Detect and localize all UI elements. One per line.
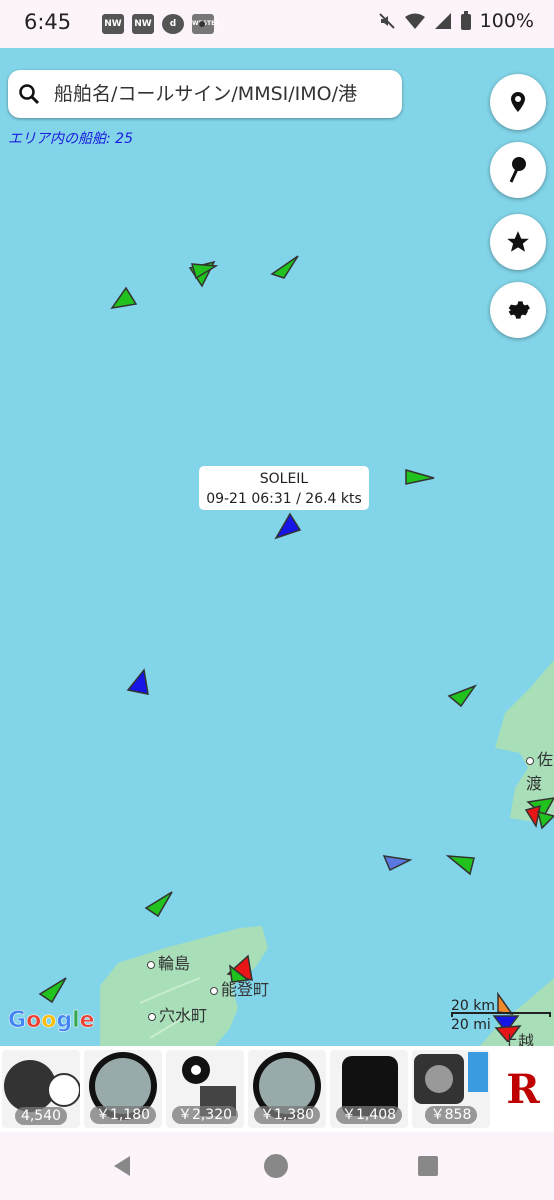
ad-price: ￥1,408: [335, 1106, 403, 1124]
scale-mi: 20 mi: [451, 1017, 491, 1033]
ad-banner[interactable]: 4,540 ￥1,180 ￥2,320 ￥1,380 ￥1,408 ￥858 R: [0, 1046, 554, 1132]
ship-marker[interactable]: [144, 890, 174, 918]
ship-tooltip[interactable]: SOLEIL 09-21 06:31 / 26.4 kts: [199, 466, 369, 510]
notification-icons: NW NW d WESTER: [102, 14, 220, 34]
ad-price: ￥1,180: [89, 1106, 157, 1124]
rakuten-logo[interactable]: R: [494, 1050, 552, 1128]
more-notifications-dot: [199, 21, 205, 27]
place-label-sado: 佐渡: [526, 750, 554, 793]
ship-marker[interactable]: [382, 854, 412, 872]
ad-price: ￥858: [424, 1106, 478, 1124]
google-logo: Google: [8, 1008, 95, 1034]
ship-marker[interactable]: [110, 286, 140, 310]
ad-product[interactable]: ￥1,180: [84, 1050, 162, 1128]
ship-marker[interactable]: [188, 260, 218, 290]
ship-marker[interactable]: [126, 668, 150, 698]
ship-marker[interactable]: [447, 684, 477, 708]
ad-product[interactable]: ￥2,320: [166, 1050, 244, 1128]
recents-icon[interactable]: [417, 1155, 439, 1177]
map-view[interactable]: エリア内の船舶: 25 SOLEIL 09-21 06:31 / 26.4 kt…: [0, 48, 554, 1046]
place-label-anamizu: 穴水町: [148, 1002, 207, 1026]
my-location-button[interactable]: [490, 74, 546, 130]
ship-marker-selected[interactable]: [274, 512, 302, 540]
ship-marker[interactable]: [38, 976, 68, 1004]
ship-marker[interactable]: [446, 854, 476, 876]
ad-product[interactable]: ￥858: [412, 1050, 490, 1128]
ad-product[interactable]: 4,540: [2, 1050, 80, 1128]
status-time: 6:45: [24, 10, 72, 34]
mute-icon: [378, 13, 395, 29]
back-icon[interactable]: [110, 1154, 134, 1178]
status-bar: 6:45 NW NW d WESTER 100%: [0, 0, 554, 48]
map-scale: 20 km 20 mi: [451, 998, 551, 1033]
place-label-noto: 能登町: [210, 976, 269, 1000]
location-pin-icon: [511, 92, 525, 112]
ad-price: ￥2,320: [171, 1106, 239, 1124]
search-input[interactable]: [52, 82, 376, 106]
news-icon-2: NW: [132, 14, 154, 34]
star-icon: [507, 231, 529, 252]
ship-count-label: エリア内の船舶: 25: [8, 131, 133, 147]
ad-price: 4,540: [14, 1107, 68, 1125]
battery-percent: 100%: [479, 10, 534, 32]
favorites-button[interactable]: [490, 214, 546, 270]
news-icon: NW: [102, 14, 124, 34]
status-right: 100%: [378, 10, 534, 32]
ad-product[interactable]: ￥1,380: [248, 1050, 326, 1128]
ship-marker[interactable]: [270, 254, 300, 280]
map-pin-icon: [509, 157, 526, 183]
map-land: [100, 660, 554, 1046]
gear-icon: [508, 301, 530, 319]
search-box[interactable]: [8, 70, 402, 118]
ship-marker[interactable]: [404, 468, 436, 488]
battery-icon: [460, 11, 471, 30]
place-label-wajima: 輪島: [147, 950, 190, 974]
ad-product[interactable]: ￥1,408: [330, 1050, 408, 1128]
ad-price: ￥1,380: [253, 1106, 321, 1124]
tooltip-ship-details: 09-21 06:31 / 26.4 kts: [206, 491, 362, 507]
home-icon[interactable]: [263, 1153, 289, 1179]
ship-cluster[interactable]: [524, 796, 554, 830]
tooltip-ship-name: SOLEIL: [259, 471, 309, 487]
signal-icon: [434, 13, 451, 29]
search-icon: [19, 84, 40, 105]
pin-button[interactable]: [490, 142, 546, 198]
navigation-bar: [0, 1132, 554, 1200]
d-app-icon: d: [162, 14, 184, 34]
settings-button[interactable]: [490, 282, 546, 338]
wifi-icon: [404, 13, 425, 29]
